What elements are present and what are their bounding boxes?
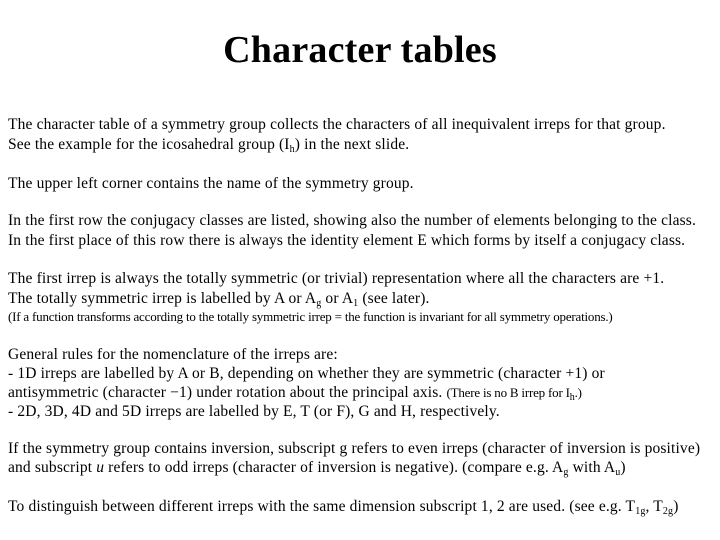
text: refers to even irreps (character of inve…: [347, 440, 701, 457]
paragraph-nomenclature-line-4: - 2D, 3D, 4D and 5D irreps are labelled …: [8, 403, 500, 420]
text: (There is no B irrep for I: [446, 385, 570, 400]
paragraph-conjugacy-line-1: In the first row the conjugacy classes a…: [8, 212, 696, 229]
text: refers to odd irreps (character of inver…: [104, 459, 564, 476]
subscript: 1g: [635, 506, 646, 517]
paragraph-first-irrep-note: (If a function transforms according to t…: [8, 309, 613, 324]
paragraph-conjugacy-line-2: In the first place of this row there is …: [8, 232, 686, 249]
paragraph-subscripts: To distinguish between different irreps …: [8, 498, 679, 517]
paragraph-inversion-line-1: If the symmetry group contains inversion…: [8, 440, 700, 458]
subscript: 2g: [662, 506, 674, 517]
paragraph-nomenclature-line-2: - 1D irreps are labelled by A or B, depe…: [8, 365, 605, 382]
paragraph-nomenclature-line-1: General rules for the nomenclature of th…: [8, 346, 338, 363]
text: with A: [568, 459, 616, 476]
text: The totally symmetric irrep is labelled …: [8, 290, 317, 307]
text: To distinguish between different irreps …: [8, 498, 636, 515]
text: ): [673, 498, 679, 515]
text: antisymmetric (character −1) under rotat…: [8, 384, 447, 401]
text: (see later).: [358, 290, 430, 307]
text: If the symmetry group contains inversion…: [8, 440, 340, 457]
text: .): [574, 385, 582, 400]
text: u: [96, 459, 105, 476]
text: ) in the next slide.: [294, 136, 410, 153]
note: (There is no B irrep for Ih.): [446, 385, 582, 403]
text: or A: [321, 290, 354, 307]
text: , T: [645, 498, 663, 515]
paragraph-upper-left: The upper left corner contains the name …: [8, 175, 414, 192]
paragraph-nomenclature-line-3: antisymmetric (character −1) under rotat…: [8, 384, 582, 403]
text: See the example for the icosahedral grou…: [8, 136, 290, 153]
text: and subscript: [8, 459, 97, 476]
paragraph-inversion-line-2: and subscript u refers to odd irreps (ch…: [8, 459, 626, 478]
paragraph-first-irrep-line-1: The first irrep is always the totally sy…: [8, 270, 665, 287]
slide-title: Character tables: [223, 29, 497, 71]
paragraph-intro-line-1: The character table of a symmetry group …: [8, 116, 666, 133]
paragraph-first-irrep-line-2: The totally symmetric irrep is labelled …: [8, 290, 430, 309]
text: ): [620, 459, 626, 476]
paragraph-intro-line-2: See the example for the icosahedral grou…: [8, 136, 410, 155]
